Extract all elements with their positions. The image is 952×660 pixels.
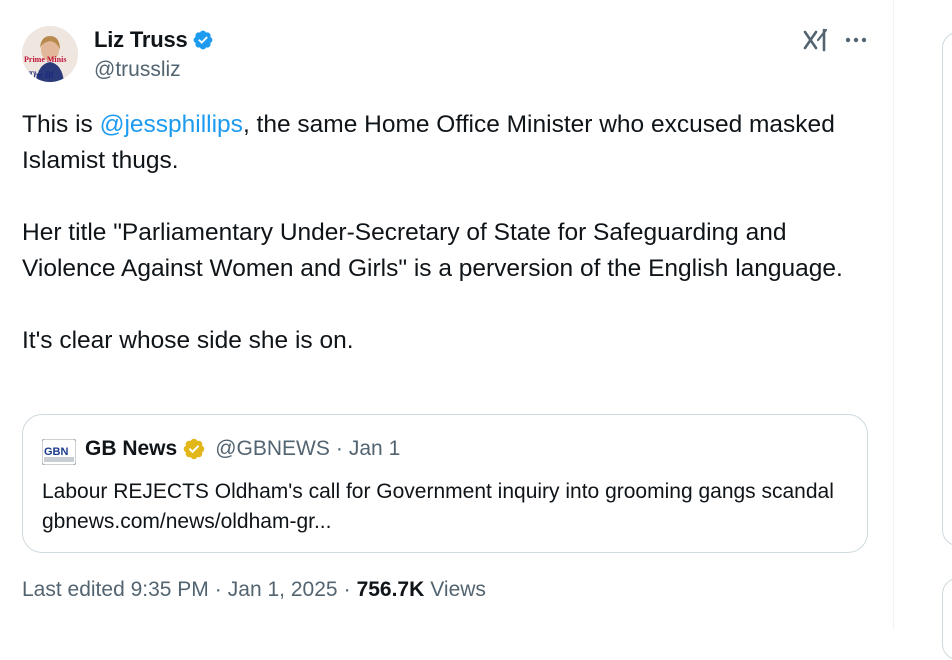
- grok-icon[interactable]: [802, 27, 830, 53]
- tweet-paragraph-3: It's clear whose side she is on.: [22, 327, 354, 354]
- author-name-row: Liz Truss: [94, 27, 214, 53]
- tweet-text: This is @jessphillips, the same Home Off…: [22, 107, 872, 359]
- tweet-paragraph-1: This is @jessphillips, the same Home Off…: [22, 107, 872, 179]
- avatar-image: Prime Minis The Bl: [22, 26, 78, 82]
- views-count: 756.7K: [356, 578, 425, 601]
- avatar-text-bottom: The Bl: [28, 70, 54, 80]
- sidebar-card: [942, 32, 952, 546]
- more-icon[interactable]: [842, 26, 870, 54]
- verified-badge-icon[interactable]: [192, 29, 214, 51]
- tweet-date[interactable]: Jan 1, 2025: [228, 578, 338, 602]
- avatar-text-top: Prime Minis: [24, 55, 66, 64]
- avatar[interactable]: Prime Minis The Bl: [22, 26, 78, 82]
- tweet: Prime Minis The Bl Liz Truss @trussliz T…: [0, 0, 893, 630]
- quoted-tweet-text: Labour REJECTS Oldham's call for Governm…: [42, 480, 834, 533]
- quoted-author-handle[interactable]: @GBNEWS: [215, 437, 330, 461]
- quoted-tweet-header: GB News @GBNEWS · Jan 1: [85, 437, 400, 461]
- gb-news-logo-text: GBN: [44, 446, 69, 458]
- mention-link[interactable]: @jessphillips: [100, 111, 243, 138]
- separator-dot: ·: [335, 437, 343, 460]
- sidebar-card: [942, 578, 952, 660]
- quoted-tweet[interactable]: GBN GB News @GBNEWS · Jan 1 Labour REJEC…: [22, 414, 868, 553]
- tweet-text-segment: This is: [22, 111, 100, 138]
- gb-news-logo: GBN: [42, 439, 76, 465]
- views-label: Views: [430, 578, 486, 601]
- edited-timestamp[interactable]: Last edited 9:35 PM: [22, 578, 209, 602]
- author-handle[interactable]: @trussliz: [94, 58, 181, 82]
- tweet-paragraph-2: Her title "Parliamentary Under-Secretary…: [22, 219, 843, 282]
- quoted-tweet-date[interactable]: Jan 1: [349, 437, 400, 461]
- quoted-author-name[interactable]: GB News: [85, 437, 177, 461]
- tweet-meta: Last edited 9:35 PM · Jan 1, 2025 · 756.…: [22, 578, 486, 602]
- separator-dot: ·: [343, 578, 351, 601]
- author-name[interactable]: Liz Truss: [94, 27, 188, 53]
- separator-dot: ·: [214, 578, 222, 601]
- gold-verified-badge-icon[interactable]: [182, 437, 206, 461]
